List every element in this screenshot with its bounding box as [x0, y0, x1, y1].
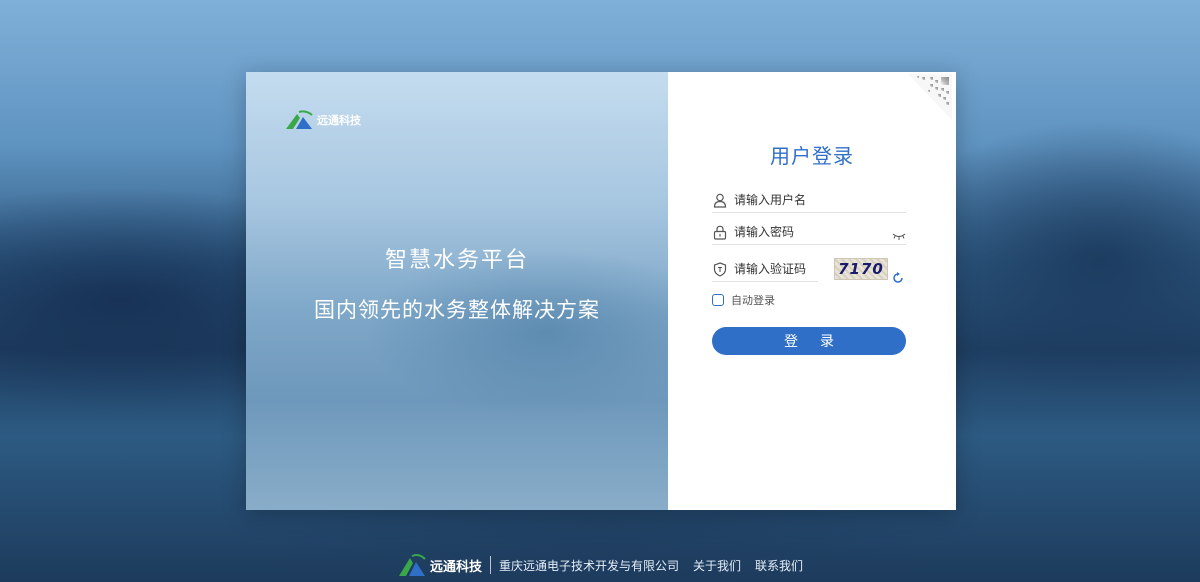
footer-divider	[489, 556, 491, 574]
brand-name: 远通科技	[317, 114, 361, 127]
footer-logo: 远通科技	[397, 553, 482, 577]
hero-subtitle: 国内领先的水务整体解决方案	[314, 298, 600, 322]
captcha-input[interactable]	[734, 262, 814, 276]
auto-login-option[interactable]: 自动登录	[712, 292, 775, 308]
login-panel: 用户登录 7170 自动登录	[668, 72, 956, 510]
username-input[interactable]	[734, 193, 874, 207]
login-button[interactable]: 登录	[712, 327, 906, 355]
footer-link-about[interactable]: 关于我们	[693, 557, 741, 574]
auto-login-checkbox[interactable]	[712, 294, 724, 306]
footer-brand-name: 远通科技	[429, 559, 482, 575]
captcha-image[interactable]: 7170	[834, 258, 888, 280]
user-icon	[712, 192, 728, 208]
footer-logo-mark-icon	[398, 554, 426, 576]
hero-title: 智慧水务平台	[384, 248, 529, 273]
captcha-field	[712, 257, 818, 282]
login-title: 用户登录	[770, 144, 854, 168]
password-field	[712, 220, 906, 245]
brand-logo: 远通科技	[284, 110, 361, 130]
lock-icon	[712, 224, 728, 240]
auto-login-label: 自动登录	[731, 294, 775, 307]
qr-code-toggle[interactable]	[908, 74, 952, 124]
footer-company: 重庆远通电子技术开发与有限公司	[498, 558, 679, 573]
hero-panel: 远通科技 智慧水务平台 国内领先的水务整体解决方案	[246, 72, 668, 510]
eye-closed-icon[interactable]	[892, 226, 906, 245]
footer-link-contact[interactable]: 联系我们	[755, 557, 803, 574]
refresh-icon[interactable]	[892, 269, 904, 288]
logo-mark-icon	[286, 110, 313, 129]
shield-icon	[712, 261, 728, 277]
username-field	[712, 188, 906, 213]
login-card: 远通科技 智慧水务平台 国内领先的水务整体解决方案 用户登录 请输入用户名 请输…	[246, 72, 956, 510]
password-input[interactable]	[734, 225, 874, 239]
qr-code-icon	[908, 74, 952, 120]
footer: 远通科技 重庆远通电子技术开发与有限公司 关于我们 联系我们	[0, 548, 1200, 582]
